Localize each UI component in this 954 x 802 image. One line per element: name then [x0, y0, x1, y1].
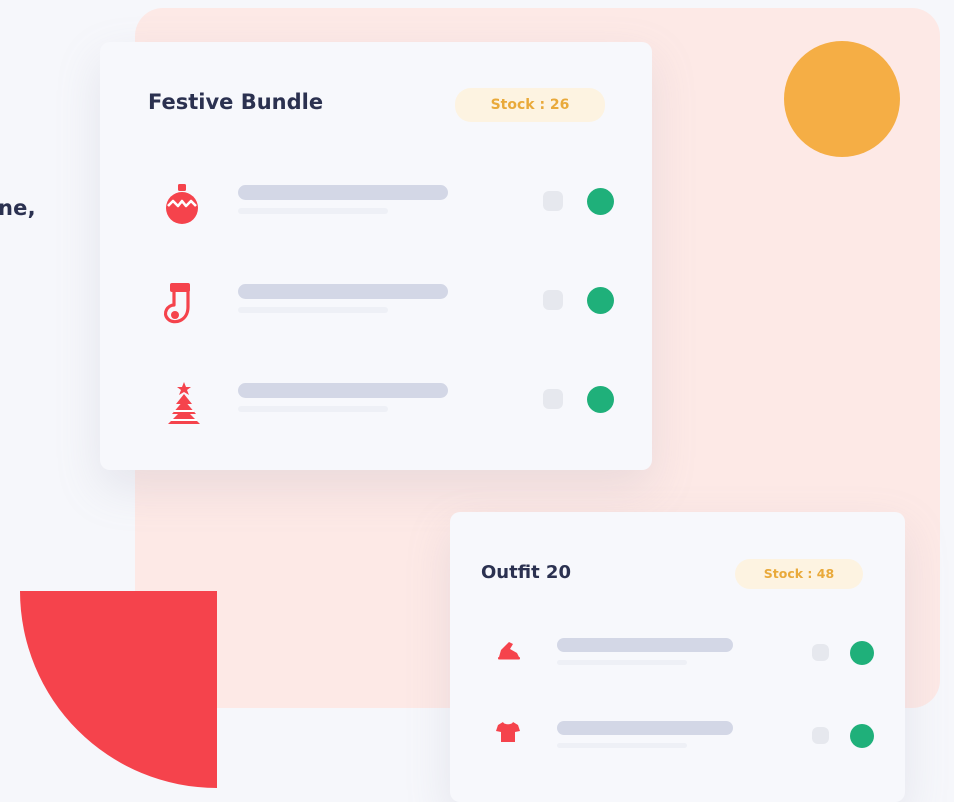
- item-detail-placeholder: [557, 660, 687, 665]
- status-indicator: [587, 188, 614, 215]
- item-control-placeholder: [543, 191, 563, 211]
- item-control-placeholder: [543, 389, 563, 409]
- list-item[interactable]: [450, 710, 905, 760]
- list-item[interactable]: [100, 370, 652, 430]
- item-detail-placeholder: [238, 208, 388, 214]
- status-indicator: [587, 287, 614, 314]
- item-detail-placeholder: [557, 743, 687, 748]
- status-indicator: [587, 386, 614, 413]
- ornament-icon: [162, 182, 202, 226]
- outfit-20-card[interactable]: Outfit 20 Stock : 48: [450, 512, 905, 802]
- status-indicator: [850, 641, 874, 665]
- list-item[interactable]: [450, 627, 905, 677]
- stock-badge: Stock : 26: [455, 88, 605, 122]
- item-name-placeholder: [238, 284, 448, 299]
- card-title: Festive Bundle: [148, 90, 324, 114]
- festive-bundle-card[interactable]: Festive Bundle Stock : 26: [100, 42, 652, 470]
- stocking-icon: [162, 281, 202, 331]
- item-control-placeholder: [543, 290, 563, 310]
- status-indicator: [850, 724, 874, 748]
- christmas-tree-icon: [162, 380, 206, 430]
- item-name-placeholder: [557, 721, 733, 735]
- card-title: Outfit 20: [481, 562, 571, 583]
- sneaker-icon: [495, 637, 523, 661]
- item-name-placeholder: [238, 383, 448, 398]
- decorative-circle: [784, 41, 900, 157]
- stock-badge: Stock : 48: [735, 559, 863, 589]
- item-name-placeholder: [238, 185, 448, 200]
- tshirt-icon: [495, 720, 521, 744]
- item-control-placeholder: [812, 644, 829, 661]
- item-control-placeholder: [812, 727, 829, 744]
- cropped-heading-text: ne,: [0, 196, 36, 220]
- decorative-quarter-circle: [20, 591, 217, 788]
- list-item[interactable]: [100, 172, 652, 232]
- list-item[interactable]: [100, 271, 652, 331]
- item-name-placeholder: [557, 638, 733, 652]
- item-detail-placeholder: [238, 307, 388, 313]
- item-detail-placeholder: [238, 406, 388, 412]
